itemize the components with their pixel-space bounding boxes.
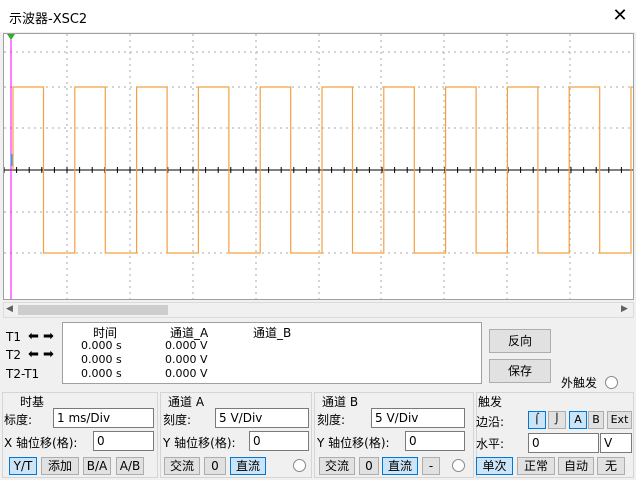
channel-b-zero-button[interactable]: 0 (359, 457, 379, 475)
channel-a-ypos-input[interactable]: 0 (249, 431, 309, 451)
scroll-thumb[interactable] (18, 305, 168, 315)
trigger-normal-button[interactable]: 正常 (517, 457, 555, 475)
trigger-single-button[interactable]: 单次 (476, 457, 513, 475)
mode-ab-button[interactable]: A/B (116, 457, 144, 475)
diff-time-value: 0.000 s (81, 367, 122, 380)
trigger-title: 触发 (478, 395, 503, 409)
scroll-right-icon[interactable]: ▶ (621, 304, 628, 314)
diff-channel-a-value: 0.000 V (165, 367, 208, 380)
scope-display (4, 34, 633, 299)
channel-a-radio[interactable] (293, 459, 306, 472)
timebase-scale-label: 标度: (4, 413, 33, 427)
t1-cursor-handle-icon[interactable] (7, 34, 15, 40)
trigger-edge-label: 边沿: (476, 415, 505, 429)
channel-a-title: 通道 A (168, 395, 205, 409)
mode-ba-button[interactable]: B/A (83, 457, 111, 475)
oscilloscope-screen (3, 33, 634, 300)
channel-a-zero-button[interactable]: 0 (204, 457, 226, 475)
t1-channel-a-value: 0.000 V (165, 339, 208, 352)
channel-b-ypos-label: Y 轴位移(格): (317, 436, 390, 450)
timebase-title: 时基 (20, 395, 45, 409)
trigger-source-ext-button[interactable]: Ext (607, 411, 632, 429)
channel-a-scale-label: 刻度: (163, 413, 192, 427)
t1-right-arrow-icon[interactable]: ➡ (43, 329, 54, 344)
timebase-xpos-input[interactable]: 0 (93, 431, 154, 451)
cursor-readout: 时间 通道_A 通道_B 0.000 s 0.000 V 0.000 s 0.0… (62, 322, 482, 384)
mode-yt-button[interactable]: Y/T (9, 457, 37, 475)
channel-b-scale-input[interactable]: 5 V/Div (371, 408, 465, 428)
center-axis (4, 167, 633, 173)
channel-a-ypos-label: Y 轴位移(格): (163, 436, 236, 450)
t2-t1-label: T2-T1 (6, 367, 40, 381)
channel-b-dc-button[interactable]: 直流 (382, 457, 418, 475)
ext-trigger-label: 外触发 (561, 376, 598, 390)
title-bar: 示波器-XSC2 ✕ (0, 0, 636, 32)
close-icon[interactable]: ✕ (608, 4, 632, 28)
horizontal-scrollbar[interactable]: ◀ ▶ (3, 302, 634, 318)
channel-b-ypos-input[interactable]: 0 (405, 431, 465, 451)
trigger-level-unit[interactable]: V (600, 433, 632, 453)
channel-a-scale-input[interactable]: 5 V/Div (215, 408, 309, 428)
t1-label: T1 (6, 330, 21, 344)
reverse-button[interactable]: 反向 (489, 329, 551, 353)
channel-b-ac-button[interactable]: 交流 (319, 457, 355, 475)
trigger-level-label: 水平: (476, 437, 505, 451)
t1-left-arrow-icon[interactable]: ⬅ (28, 329, 39, 344)
t2-label: T2 (6, 348, 21, 362)
t2-left-arrow-icon[interactable]: ⬅ (28, 347, 39, 362)
trigger-auto-button[interactable]: 自动 (558, 457, 594, 475)
trigger-source-b-button[interactable]: B (588, 411, 604, 429)
t2-right-arrow-icon[interactable]: ➡ (43, 347, 54, 362)
grid (4, 34, 633, 299)
timebase-xpos-label: X 轴位移(格): (4, 436, 78, 450)
mode-add-button[interactable]: 添加 (41, 457, 79, 475)
scroll-left-icon[interactable]: ◀ (6, 304, 13, 314)
trigger-level-input[interactable]: 0 (528, 433, 599, 453)
rising-edge-icon[interactable]: ⌠ (528, 411, 546, 429)
channel-b-radio[interactable] (452, 459, 465, 472)
ext-trigger-radio[interactable] (605, 376, 618, 389)
save-button[interactable]: 保存 (489, 359, 551, 383)
trigger-source-a-button[interactable]: A (569, 411, 587, 429)
t2-time-value: 0.000 s (81, 353, 122, 366)
window-title: 示波器-XSC2 (9, 12, 88, 27)
t1-time-value: 0.000 s (81, 339, 122, 352)
channel-a-ac-button[interactable]: 交流 (164, 457, 200, 475)
channel-a-dc-button[interactable]: 直流 (230, 457, 266, 475)
channel-b-scale-label: 刻度: (317, 413, 346, 427)
falling-edge-icon[interactable]: ⌡ (548, 411, 566, 429)
channel-b-minus-button[interactable]: - (422, 457, 440, 475)
t2-channel-a-value: 0.000 V (165, 353, 208, 366)
timebase-scale-input[interactable]: 1 ms/Div (53, 408, 154, 428)
col-header-channel-b: 通道_B (253, 326, 292, 340)
trigger-none-button[interactable]: 无 (597, 457, 625, 475)
channel-b-title: 通道 B (322, 395, 359, 409)
